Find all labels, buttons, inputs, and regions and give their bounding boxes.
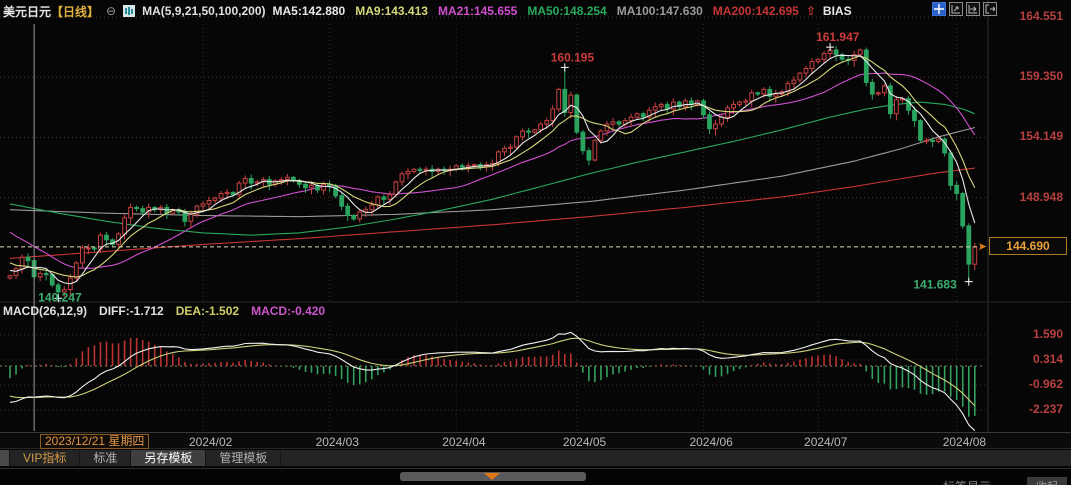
candles — [8, 46, 977, 298]
chart-toolbar — [932, 2, 997, 16]
date-tick-label: 2024/03 — [316, 435, 359, 449]
crosshair-date-badge: 2023/12/21 星期四 — [40, 434, 149, 449]
macd-axis-label: -0.962 — [991, 377, 1063, 391]
macd-axis-label: -2.237 — [991, 402, 1063, 416]
low-annotation: 140.247 — [38, 290, 82, 304]
trading-app-window: 160.195 161.947 140.247 141.683 美元日元【日线】 ⊖ … — [0, 0, 1071, 485]
ma-legend-item: MA200:142.695 — [713, 4, 799, 18]
date-tick-label: 2024/08 — [943, 435, 986, 449]
tab-manage-template[interactable]: 管理模板 — [206, 450, 281, 466]
collapse-button[interactable]: 收起 — [1027, 477, 1067, 485]
price-axis-label: 159.350 — [991, 69, 1063, 83]
macd-pane — [0, 332, 985, 430]
date-tick-label: 2024/02 — [189, 435, 232, 449]
low-annotation: 141.683 — [913, 278, 957, 292]
candlestick-chart-icon[interactable] — [123, 5, 135, 17]
high-annotation: 161.947 — [816, 30, 860, 44]
date-axis: 2023/12/21 星期四 2024/02 2024/03 2024/04 2024… — [0, 432, 1071, 449]
price-axis-label: 148.948 — [991, 190, 1063, 204]
tabbar-handle[interactable] — [0, 450, 10, 466]
symbol-title: 美元日元【日线】 — [3, 3, 99, 20]
period-label: 【日线】 — [51, 5, 99, 19]
chart-header: 美元日元【日线】 ⊖ MA(5,9,21,50,100,200) MA5:142… — [0, 0, 1071, 22]
crosshair-tool-icon[interactable] — [932, 2, 946, 16]
ma-legend-item: MA21:145.655 — [438, 4, 517, 18]
macd-header: MACD(26,12,9) DIFF:-1.712 DEA:-1.502 MAC… — [3, 304, 325, 318]
tab-vip-indicator[interactable]: VIP指标 — [10, 450, 80, 466]
ma-legend-item: MA50:148.254 — [527, 4, 606, 18]
annotations: 160.195 161.947 140.247 141.683 — [38, 30, 973, 304]
template-tab-bar: VIP指标 标准 另存模板 管理模板 — [0, 450, 1071, 467]
pane-chart-up-icon[interactable] — [949, 2, 963, 16]
ma-legend-item: MA5:142.880 — [273, 4, 346, 18]
macd-dea-value: DEA:-1.502 — [176, 304, 239, 318]
ma-legend-item: MA100:147.630 — [617, 4, 703, 18]
macd-axis-label: 1.590 — [991, 327, 1063, 341]
up-arrow-icon: ⇧ — [806, 4, 816, 18]
diff-line — [10, 332, 975, 430]
symbol-name: 美元日元 — [3, 5, 51, 19]
ma200-line — [10, 168, 975, 258]
main-pane — [8, 46, 977, 298]
macd-axis-label: 0.314 — [991, 352, 1063, 366]
scroll-position-marker-icon — [484, 473, 500, 480]
ma-group-label: MA(5,9,21,50,100,200) — [142, 4, 265, 18]
bottom-scroll-bar: 标签显示 收起 — [0, 468, 1071, 485]
date-tick-label: 2024/07 — [804, 435, 847, 449]
pane-chart-right-icon[interactable] — [966, 2, 980, 16]
ma100-line — [10, 128, 975, 217]
horizontal-scroll-thumb[interactable] — [400, 472, 586, 481]
tab-save-template[interactable]: 另存模板 — [131, 450, 206, 466]
macd-diff-value: DIFF:-1.712 — [99, 304, 164, 318]
macd-params-label: MACD(26,12,9) — [3, 304, 87, 318]
current-price-badge: 144.690 — [989, 237, 1067, 255]
ma-legend: MA5:142.880 MA9:143.413 MA21:145.655 MA50:1… — [273, 4, 799, 18]
date-tick-label: 2024/05 — [563, 435, 606, 449]
date-tick-label: 2024/04 — [442, 435, 485, 449]
bottom-status-text: 标签显示 — [943, 478, 991, 485]
main-chart-canvas[interactable]: 160.195 161.947 140.247 141.683 — [0, 0, 1071, 432]
latest-price-arrow-icon: ➤ — [978, 240, 987, 253]
ma-legend-item: MA9:143.413 — [355, 4, 428, 18]
high-annotation: 160.195 — [551, 50, 595, 64]
price-axis-label: 154.149 — [991, 129, 1063, 143]
bias-label: BIAS — [823, 4, 852, 18]
minus-circle-icon[interactable]: ⊖ — [106, 4, 116, 18]
macd-macd-value: MACD:-0.420 — [251, 304, 325, 318]
pane-export-icon[interactable] — [983, 2, 997, 16]
tab-standard[interactable]: 标准 — [80, 450, 131, 466]
date-tick-label: 2024/06 — [689, 435, 732, 449]
